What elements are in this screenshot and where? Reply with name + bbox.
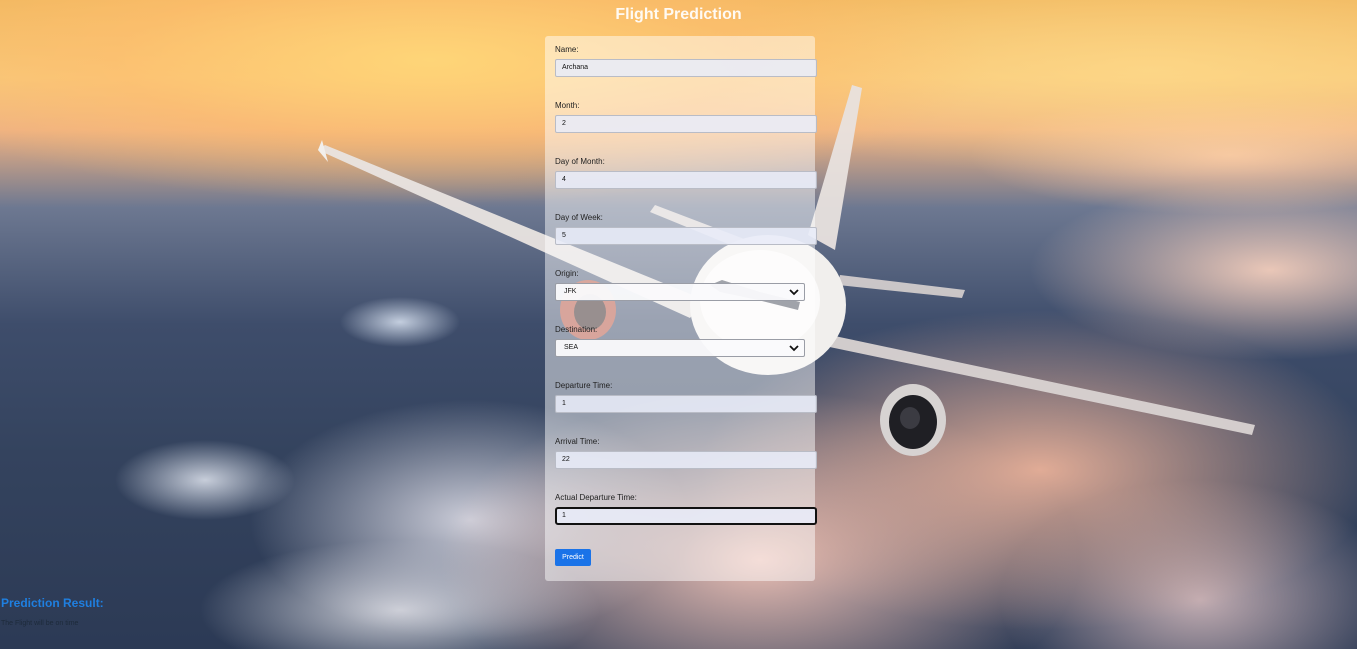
departure-time-input[interactable]: 1 [555, 395, 817, 413]
day-of-week-label: Day of Week: [555, 213, 603, 222]
destination-label: Destination: [555, 325, 598, 334]
origin-select[interactable]: JFK [555, 283, 805, 301]
arrival-time-label: Arrival Time: [555, 437, 600, 446]
name-input[interactable]: Archana [555, 59, 817, 77]
day-of-month-input[interactable]: 4 [555, 171, 817, 189]
day-of-month-label: Day of Month: [555, 157, 605, 166]
page-title: Flight Prediction [615, 6, 742, 23]
actual-departure-time-input[interactable]: 1 [555, 507, 817, 525]
departure-time-label: Departure Time: [555, 381, 613, 390]
destination-select[interactable]: SEA [555, 339, 805, 357]
destination-select-value: SEA [564, 344, 579, 351]
day-of-week-input[interactable]: 5 [555, 227, 817, 245]
name-label: Name: [555, 45, 579, 54]
prediction-result-heading: Prediction Result: [1, 596, 104, 610]
flight-form: Name: Archana Month: 2 Day of Month: 4 D… [545, 36, 817, 581]
origin-label: Origin: [555, 269, 579, 278]
month-label: Month: [555, 101, 580, 110]
month-input[interactable]: 2 [555, 115, 817, 133]
predict-button[interactable]: Predict [555, 549, 591, 566]
chevron-down-icon [789, 289, 799, 296]
actual-departure-time-label: Actual Departure Time: [555, 493, 637, 502]
arrival-time-input[interactable]: 22 [555, 451, 817, 469]
origin-select-value: JFK [564, 288, 577, 295]
prediction-result-text: The Flight will be on time [1, 620, 79, 627]
chevron-down-icon [789, 345, 799, 352]
